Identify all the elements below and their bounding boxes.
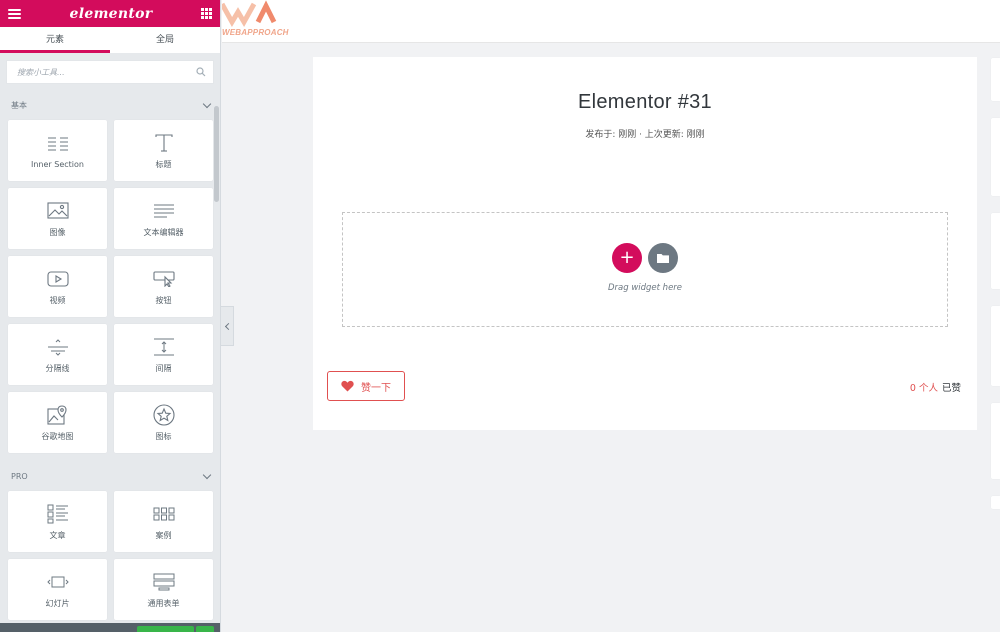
posts-icon (47, 503, 69, 525)
like-count-number: 0 个人 (909, 383, 938, 394)
widget-label: 按钮 (155, 295, 172, 305)
widget-label: 谷歌地图 (41, 431, 74, 441)
category-pro-header[interactable]: PRO (0, 461, 220, 491)
search-icon[interactable] (196, 67, 206, 77)
widget-google-maps[interactable]: 谷歌地图 (8, 392, 107, 453)
google-maps-icon (46, 404, 69, 426)
widget-label: 图像 (49, 227, 66, 237)
menu-icon[interactable] (8, 8, 21, 19)
widget-grid-pro: 文章 案例 幻灯片 通用表单 (0, 491, 220, 620)
widget-label: 幻灯片 (45, 598, 70, 608)
add-section-button[interactable]: + (612, 243, 642, 273)
widget-label: 图标 (155, 431, 172, 441)
like-count-suffix: 已赞 (941, 383, 961, 394)
category-title: 基本 (11, 100, 27, 110)
form-icon (153, 571, 175, 593)
heading-icon (154, 132, 174, 154)
widget-posts[interactable]: 文章 (8, 491, 107, 552)
elementor-logo: elementor (69, 5, 153, 22)
site-logo-text: WEBAPPROACH (222, 28, 289, 37)
folder-icon (657, 254, 669, 263)
widget-inner-section[interactable]: Inner Section (8, 120, 107, 181)
sidebar-widget-box (991, 496, 1000, 509)
search-input[interactable] (17, 67, 167, 77)
category-basic-header[interactable]: 基本 (0, 90, 220, 120)
widget-button[interactable]: 按钮 (114, 256, 213, 317)
chevron-down-icon (202, 99, 212, 108)
site-logo-mark-icon (219, 0, 277, 27)
search-box (6, 60, 214, 84)
widget-form[interactable]: 通用表单 (114, 559, 213, 620)
publish-options-button[interactable] (196, 626, 214, 632)
widget-icon[interactable]: 图标 (114, 392, 213, 453)
widget-image[interactable]: 图像 (8, 188, 107, 249)
widget-label: Inner Section (31, 159, 84, 169)
widget-label: 视频 (49, 295, 66, 305)
sidebar-widget-box (991, 403, 1000, 479)
widget-grid-basic: Inner Section 标题 图像 文本编辑器 视频 按钮 分隔线 间隔 谷… (0, 120, 220, 453)
image-icon (46, 200, 69, 222)
panel-header: elementor (0, 0, 220, 27)
widget-slides[interactable]: 幻灯片 (8, 559, 107, 620)
site-logo[interactable]: WEBAPPROACH (219, 0, 288, 42)
elementor-panel: elementor 元素 全局 基本 Inner Section (0, 0, 221, 632)
drop-hint: Drag widget here (607, 283, 683, 293)
widgets-grid-icon[interactable] (200, 8, 212, 19)
slides-icon (46, 571, 69, 593)
tab-elements[interactable]: 元素 (0, 27, 110, 53)
site-header (222, 0, 1000, 43)
inner-section-icon (47, 133, 69, 155)
add-template-button[interactable] (648, 243, 678, 273)
panel-scrollbar[interactable] (214, 106, 219, 202)
chevron-down-icon (202, 470, 212, 479)
widget-spacer[interactable]: 间隔 (114, 324, 213, 385)
like-button[interactable]: 赞一下 (327, 371, 405, 401)
widget-text-editor[interactable]: 文本编辑器 (114, 188, 213, 249)
sidebar-widget-box (991, 118, 1000, 196)
widget-label: 通用表单 (147, 598, 180, 608)
sidebar-widget-box (991, 306, 1000, 386)
post-title: Elementor #31 (578, 91, 712, 113)
widget-label: 文本编辑器 (143, 227, 184, 237)
search-wrapper (0, 53, 220, 90)
chevron-left-icon (224, 322, 232, 330)
portfolio-icon (153, 503, 175, 525)
like-button-label: 赞一下 (361, 382, 391, 394)
empty-section-drop-zone[interactable]: + Drag widget here (342, 212, 948, 327)
tab-global[interactable]: 全局 (110, 27, 220, 53)
heart-icon (341, 380, 354, 392)
star-icon (152, 403, 175, 426)
like-count: 0 个人 已赞 (910, 380, 961, 394)
post-meta: 发布于: 刚刚 · 上次更新: 刚刚 (585, 130, 705, 140)
spacer-icon (153, 336, 175, 358)
widget-divider[interactable]: 分隔线 (8, 324, 107, 385)
divider-icon (47, 336, 69, 358)
widget-label: 文章 (49, 530, 66, 540)
sidebar-widget-box (991, 58, 1000, 101)
video-icon (46, 268, 69, 290)
category-title: PRO (11, 471, 28, 481)
widget-label: 标题 (155, 159, 172, 169)
button-icon (152, 268, 175, 290)
post-content-card: Elementor #31 发布于: 刚刚 · 上次更新: 刚刚 + Drag … (313, 57, 977, 430)
widget-heading[interactable]: 标题 (114, 120, 213, 181)
panel-tabs: 元素 全局 (0, 27, 220, 53)
publish-button[interactable] (137, 626, 194, 632)
text-editor-icon (153, 200, 175, 222)
panel-collapse-handle[interactable] (221, 306, 234, 346)
widget-label: 间隔 (155, 363, 172, 373)
widget-video[interactable]: 视频 (8, 256, 107, 317)
widget-label: 案例 (155, 530, 172, 540)
widget-portfolio[interactable]: 案例 (114, 491, 213, 552)
sidebar-widget-box (991, 213, 1000, 289)
widget-label: 分隔线 (45, 363, 70, 373)
